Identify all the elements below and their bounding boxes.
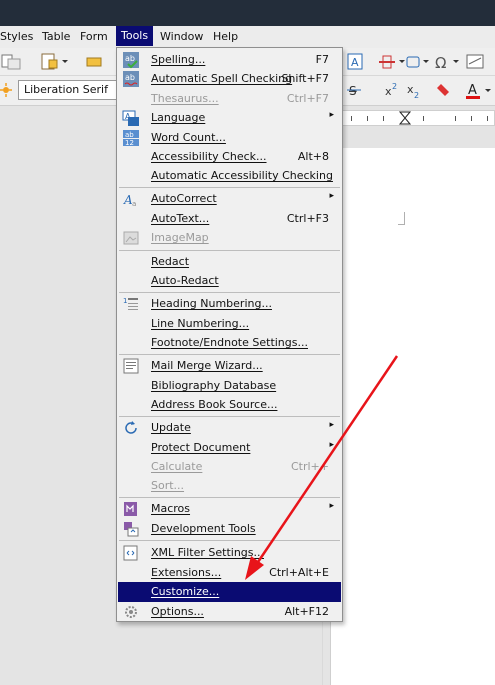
annotation-arrow: [245, 355, 399, 580]
